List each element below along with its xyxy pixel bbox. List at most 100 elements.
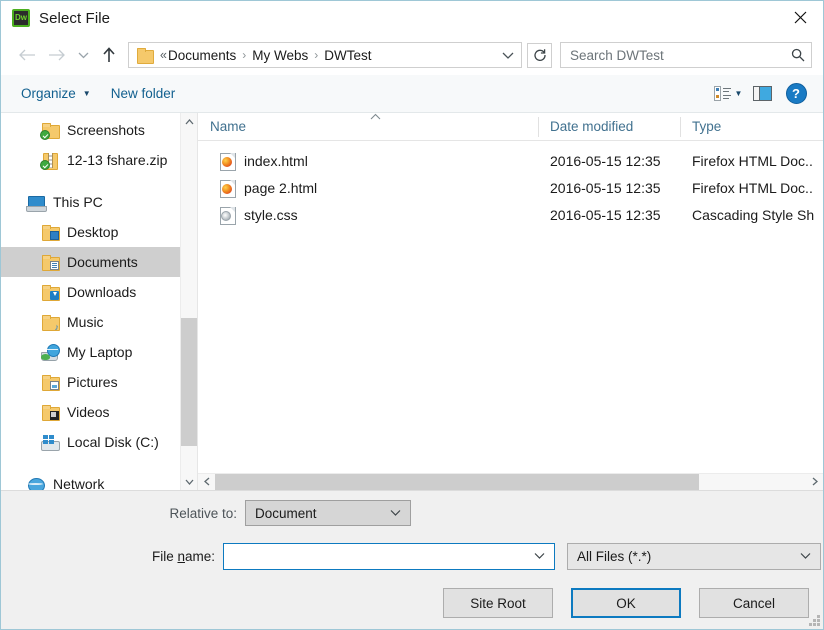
app-icon-label: Dw: [15, 13, 27, 22]
file-name-label: page 2.html: [244, 179, 318, 196]
ok-button[interactable]: OK: [571, 588, 681, 618]
file-date-cell: 2016-05-15 12:35: [550, 152, 661, 169]
file-name-cell: page 2.html: [198, 179, 538, 198]
chevron-down-icon[interactable]: [534, 550, 554, 562]
sidebar-scrollbar[interactable]: [180, 113, 197, 490]
file-name-label: index.html: [244, 152, 308, 169]
sidebar-scroll-thumb[interactable]: [181, 318, 197, 446]
table-row[interactable]: page 2.html 2016-05-15 12:35 Firefox HTM…: [198, 174, 823, 201]
view-list-icon: [713, 86, 731, 101]
up-one-level-icon[interactable]: [94, 40, 124, 70]
folder-icon: [137, 48, 154, 64]
forward-icon[interactable]: [42, 40, 72, 70]
preview-pane-button[interactable]: [745, 80, 779, 108]
sidebar-item-label: Desktop: [67, 224, 119, 240]
organize-label: Organize: [21, 86, 76, 101]
search-input[interactable]: [561, 47, 785, 63]
file-name-row: File name: All Files (*.*): [1, 535, 823, 577]
back-icon[interactable]: [12, 40, 42, 70]
relative-to-value: Document: [255, 505, 317, 521]
column-header-type[interactable]: Type: [680, 113, 823, 141]
folder-desktop-icon: [41, 224, 60, 241]
scroll-right-icon[interactable]: [806, 477, 823, 488]
accelerator-key: n: [177, 548, 185, 564]
breadcrumb: « › Documents › My Webs › DWTest: [160, 48, 496, 63]
recent-locations-chevron-down-icon[interactable]: [72, 40, 94, 70]
close-icon[interactable]: [777, 1, 823, 34]
scroll-up-icon[interactable]: [181, 113, 197, 130]
sidebar-item-music[interactable]: ♪ Music: [1, 307, 197, 337]
address-bar[interactable]: « › Documents › My Webs › DWTest: [128, 42, 522, 68]
file-list-rows: index.html 2016-05-15 12:35 Firefox HTML…: [198, 141, 823, 473]
relative-to-label: Relative to:: [169, 505, 237, 521]
file-type-cell: Firefox HTML Doc..: [692, 152, 813, 169]
sidebar-item-local-disk-c[interactable]: Local Disk (C:): [1, 427, 197, 457]
sidebar-item-12-13-fshare-zip[interactable]: 12-13 fshare.zip: [1, 145, 197, 175]
sidebar-item-label: Music: [67, 314, 104, 330]
sidebar-item-network[interactable]: Network: [1, 469, 197, 490]
file-list-horizontal-scrollbar[interactable]: [198, 473, 823, 491]
breadcrumb-overflow-icon[interactable]: «: [160, 48, 167, 62]
view-options-button[interactable]: ▼: [711, 80, 745, 108]
view-chevron-down-icon[interactable]: ▼: [735, 89, 743, 98]
dialog-body: Screenshots 12-13 fshare.zip This PC Des…: [1, 113, 823, 491]
file-name-combo[interactable]: [223, 542, 555, 570]
folder-sync-icon: [40, 122, 60, 140]
column-header-label: Date modified: [550, 119, 634, 134]
scroll-down-icon[interactable]: [181, 473, 197, 490]
laptop-globe-icon: [41, 343, 60, 361]
column-header-date-modified[interactable]: Date modified: [538, 113, 680, 141]
search-box[interactable]: [560, 42, 812, 68]
sidebar-item-label: Local Disk (C:): [67, 434, 159, 450]
command-bar: Organize ▼ New folder ▼ ?: [1, 75, 823, 113]
sidebar-item-documents[interactable]: Documents: [1, 247, 197, 277]
sidebar-item-label: Documents: [67, 254, 138, 270]
table-row[interactable]: index.html 2016-05-15 12:35 Firefox HTML…: [198, 147, 823, 174]
tree-group-gap: [1, 175, 197, 187]
cancel-button[interactable]: Cancel: [699, 588, 809, 618]
search-icon[interactable]: [785, 48, 811, 62]
resize-grip[interactable]: [808, 614, 820, 626]
sidebar-item-downloads[interactable]: Downloads: [1, 277, 197, 307]
relative-to-row: Relative to: Document: [1, 491, 823, 535]
file-name-input[interactable]: [224, 548, 534, 564]
site-root-button[interactable]: Site Root: [443, 588, 553, 618]
select-file-dialog: Dw Select File « › Documents: [0, 0, 824, 630]
refresh-icon[interactable]: [527, 42, 552, 68]
sidebar-item-my-laptop[interactable]: My Laptop: [1, 337, 197, 367]
breadcrumb-separator-2[interactable]: ›: [314, 48, 318, 62]
organize-button[interactable]: Organize ▼: [11, 81, 101, 106]
address-chevron-down-icon[interactable]: [496, 43, 520, 67]
sidebar-item-label: Videos: [67, 404, 110, 420]
sidebar-scroll-track[interactable]: [181, 130, 197, 473]
new-folder-button[interactable]: New folder: [101, 81, 186, 106]
sidebar-item-pictures[interactable]: Pictures: [1, 367, 197, 397]
firefox-html-icon: [220, 152, 236, 171]
help-icon: ?: [785, 83, 807, 104]
css-file-icon: [220, 206, 236, 225]
folder-downloads-icon: [41, 284, 60, 301]
file-date-cell: 2016-05-15 12:35: [550, 206, 661, 223]
sidebar-item-screenshots[interactable]: Screenshots: [1, 115, 197, 145]
help-button[interactable]: ?: [779, 80, 813, 108]
column-header-label: Name: [210, 119, 247, 134]
breadcrumb-item-dwtest[interactable]: DWTest: [324, 48, 371, 63]
folder-videos-icon: [41, 404, 60, 421]
scroll-left-icon[interactable]: [198, 477, 215, 488]
sidebar-item-videos[interactable]: Videos: [1, 397, 197, 427]
horizontal-scroll-track[interactable]: [215, 473, 806, 491]
sidebar-item-label: 12-13 fshare.zip: [67, 152, 168, 168]
tree-group-gap: [1, 457, 197, 469]
chevron-down-icon: ▼: [82, 89, 91, 98]
relative-to-dropdown[interactable]: Document: [245, 500, 411, 526]
breadcrumb-item-my-webs[interactable]: My Webs: [252, 48, 308, 63]
file-type-dropdown[interactable]: All Files (*.*): [567, 542, 821, 570]
horizontal-scroll-thumb[interactable]: [215, 473, 699, 491]
sidebar-item-desktop[interactable]: Desktop: [1, 217, 197, 247]
column-header-name[interactable]: Name: [198, 113, 538, 141]
dreamweaver-app-icon: Dw: [12, 9, 30, 27]
breadcrumb-separator-1[interactable]: ›: [242, 48, 246, 62]
breadcrumb-item-documents[interactable]: Documents: [168, 48, 236, 63]
sidebar-item-this-pc[interactable]: This PC: [1, 187, 197, 217]
table-row[interactable]: style.css 2016-05-15 12:35 Cascading Sty…: [198, 201, 823, 228]
